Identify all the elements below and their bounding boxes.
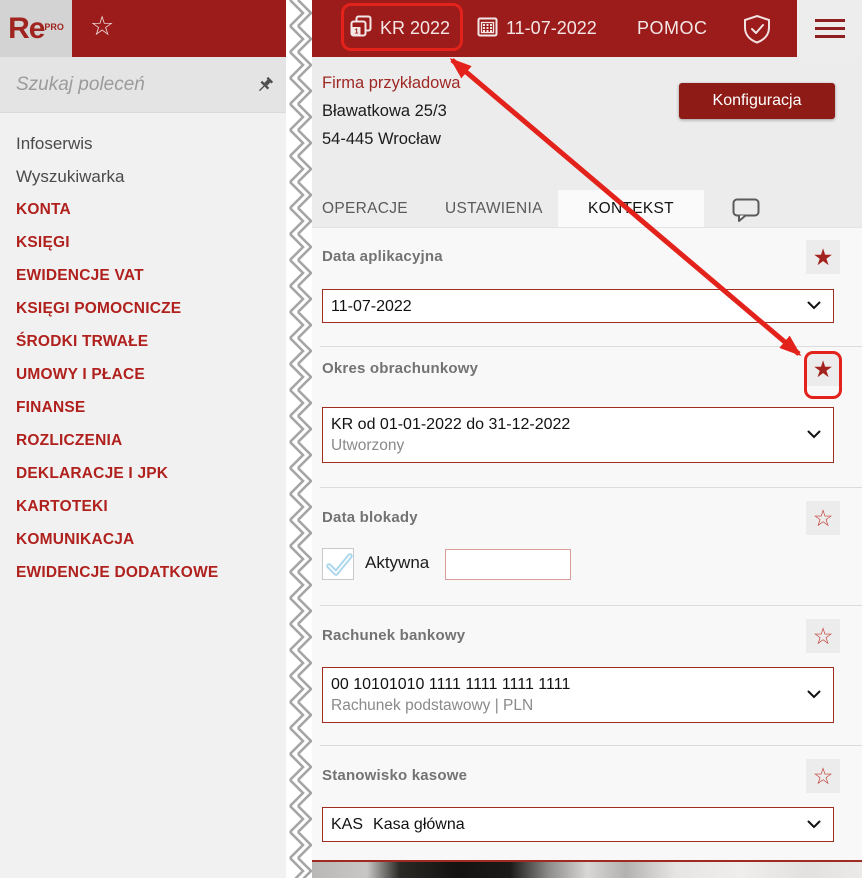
- company-address-street: Bławatkowa 25/3: [322, 102, 447, 120]
- accounting-period-status: Utworzony: [331, 437, 405, 454]
- sidebar-item-komunikacja[interactable]: KOMUNIKACJA: [0, 523, 290, 556]
- star-filled-icon: ★: [812, 243, 834, 270]
- checkbox-check-icon: [323, 553, 355, 585]
- accounting-period-favorite-button[interactable]: ★: [806, 352, 840, 386]
- star-outline-icon: ☆: [812, 622, 834, 649]
- calendar-icon: [477, 16, 498, 42]
- cash-station-label: Stanowisko kasowe: [322, 767, 468, 784]
- sidebar-item-ewidencje-dodatkowe[interactable]: EWIDENCJE DODATKOWE: [0, 556, 290, 589]
- hamburger-menu-button[interactable]: [797, 0, 862, 57]
- lock-date-active-checkbox[interactable]: [322, 548, 354, 580]
- chevron-down-icon: [807, 297, 821, 315]
- cash-station-favorite-button[interactable]: ☆: [806, 759, 840, 793]
- accounting-period-label: Okres obrachunkowy: [322, 360, 479, 377]
- hamburger-line: [814, 27, 845, 30]
- pushpin-icon[interactable]: [256, 76, 274, 99]
- sidebar-item-deklaracje-i-jpk[interactable]: DEKLARACJE I JPK: [0, 457, 290, 490]
- sidebar-item-kartoteki[interactable]: KARTOTEKI: [0, 490, 290, 523]
- company-address-city: 54-445 Wrocław: [322, 130, 441, 148]
- accounting-period-value: KR od 01-01-2022 do 31-12-2022: [331, 416, 571, 433]
- sidebar-item-rozliczenia[interactable]: ROZLICZENIA: [0, 424, 290, 457]
- command-search: [0, 57, 290, 113]
- period-button[interactable]: 1 KR 2022: [350, 0, 450, 57]
- date-button[interactable]: 11-07-2022: [477, 0, 597, 57]
- sidebar-item-srodki-trwale[interactable]: ŚRODKI TRWAŁE: [0, 325, 290, 358]
- sidebar-item-wyszukiwarka[interactable]: Wyszukiwarka: [0, 160, 290, 193]
- bank-account-favorite-button[interactable]: ☆: [806, 619, 840, 653]
- star-outline-icon: ☆: [812, 504, 834, 531]
- chevron-down-icon: [807, 426, 821, 444]
- configuration-button[interactable]: Konfiguracja: [679, 83, 835, 119]
- cash-station-code: KAS: [331, 816, 364, 833]
- lock-date-label: Data blokady: [322, 509, 418, 526]
- zigzag-divider: [286, 0, 312, 878]
- app-logo: Re PRO: [0, 0, 72, 57]
- tab-ustawienia[interactable]: USTAWIENIA: [445, 190, 543, 227]
- section-divider: [320, 745, 862, 746]
- chevron-down-icon: [807, 816, 821, 834]
- speech-bubble-icon[interactable]: [732, 198, 760, 227]
- company-name: Firma przykładowa: [322, 74, 461, 92]
- help-button[interactable]: POMOC: [637, 0, 708, 57]
- cash-station-select[interactable]: KAS Kasa główna: [322, 807, 834, 842]
- bank-account-number: 00 10101010 1111 1111 1111 1111: [331, 676, 571, 693]
- bank-account-description: Rachunek podstawowy | PLN: [331, 697, 534, 714]
- star-filled-icon: ★: [812, 355, 834, 382]
- logo-text: Re: [8, 11, 45, 45]
- sidebar-menu: Infoserwis Wyszukiwarka KONTA KSIĘGI EWI…: [0, 113, 290, 589]
- star-outline-icon: ☆: [812, 762, 834, 789]
- app-date-value: 11-07-2022: [331, 297, 412, 315]
- sidebar-item-umowy-i-place[interactable]: UMOWY I PŁACE: [0, 358, 290, 391]
- tab-kontekst[interactable]: KONTEKST: [558, 190, 704, 227]
- context-panel: Firma przykładowa Bławatkowa 25/3 54-445…: [312, 57, 862, 878]
- topbar: Re PRO ☆ 1 KR 2022 11-07-2022 POMOC: [0, 0, 862, 57]
- sidebar-item-konta[interactable]: KONTA: [0, 193, 290, 226]
- shield-check-icon[interactable]: [742, 14, 772, 49]
- logo-sup: PRO: [44, 21, 64, 32]
- sidebar-item-ewidencje-vat[interactable]: EWIDENCJE VAT: [0, 259, 290, 292]
- tabs-row: OPERACJE USTAWIENIA KONTEKST: [312, 190, 862, 227]
- date-label: 11-07-2022: [506, 18, 597, 38]
- cash-station-name: Kasa główna: [373, 816, 465, 833]
- background-photo: [312, 862, 862, 878]
- period-label: KR 2022: [380, 18, 451, 38]
- app-screen: Re PRO ☆ 1 KR 2022 11-07-2022 POMOC Szuk…: [0, 0, 862, 878]
- section-divider: [320, 605, 862, 606]
- bank-account-select[interactable]: 00 10101010 1111 1111 1111 1111 Rachunek…: [322, 667, 834, 723]
- svg-text:1: 1: [354, 27, 358, 36]
- app-date-select[interactable]: 11-07-2022: [322, 289, 834, 323]
- section-divider: [320, 346, 862, 347]
- sidebar: Infoserwis Wyszukiwarka KONTA KSIĘGI EWI…: [0, 57, 290, 878]
- sidebar-item-ksiegi-pomocnicze[interactable]: KSIĘGI POMOCNICZE: [0, 292, 290, 325]
- calendar-stack-icon: 1: [350, 15, 372, 42]
- bank-account-label: Rachunek bankowy: [322, 627, 466, 644]
- sidebar-item-infoserwis[interactable]: Infoserwis: [0, 127, 290, 160]
- section-divider: [320, 487, 862, 488]
- hamburger-line: [814, 19, 845, 22]
- sidebar-item-ksiegi[interactable]: KSIĘGI: [0, 226, 290, 259]
- app-date-label: Data aplikacyjna: [322, 248, 443, 265]
- hamburger-line: [814, 35, 845, 38]
- sidebar-item-finanse[interactable]: FINANSE: [0, 391, 290, 424]
- search-input[interactable]: [0, 57, 290, 112]
- tab-operacje[interactable]: OPERACJE: [322, 190, 408, 227]
- chevron-down-icon: [807, 686, 821, 704]
- app-date-favorite-button[interactable]: ★: [806, 240, 840, 274]
- context-form: Data aplikacyjna ★ 11-07-2022 Okres obra…: [312, 227, 862, 860]
- accounting-period-select[interactable]: KR od 01-01-2022 do 31-12-2022 Utworzony: [322, 407, 834, 463]
- lock-date-favorite-button[interactable]: ☆: [806, 501, 840, 535]
- lock-date-active-label: Aktywna: [365, 553, 430, 572]
- lock-date-input[interactable]: [445, 549, 571, 580]
- favorites-star-icon[interactable]: ☆: [90, 10, 114, 42]
